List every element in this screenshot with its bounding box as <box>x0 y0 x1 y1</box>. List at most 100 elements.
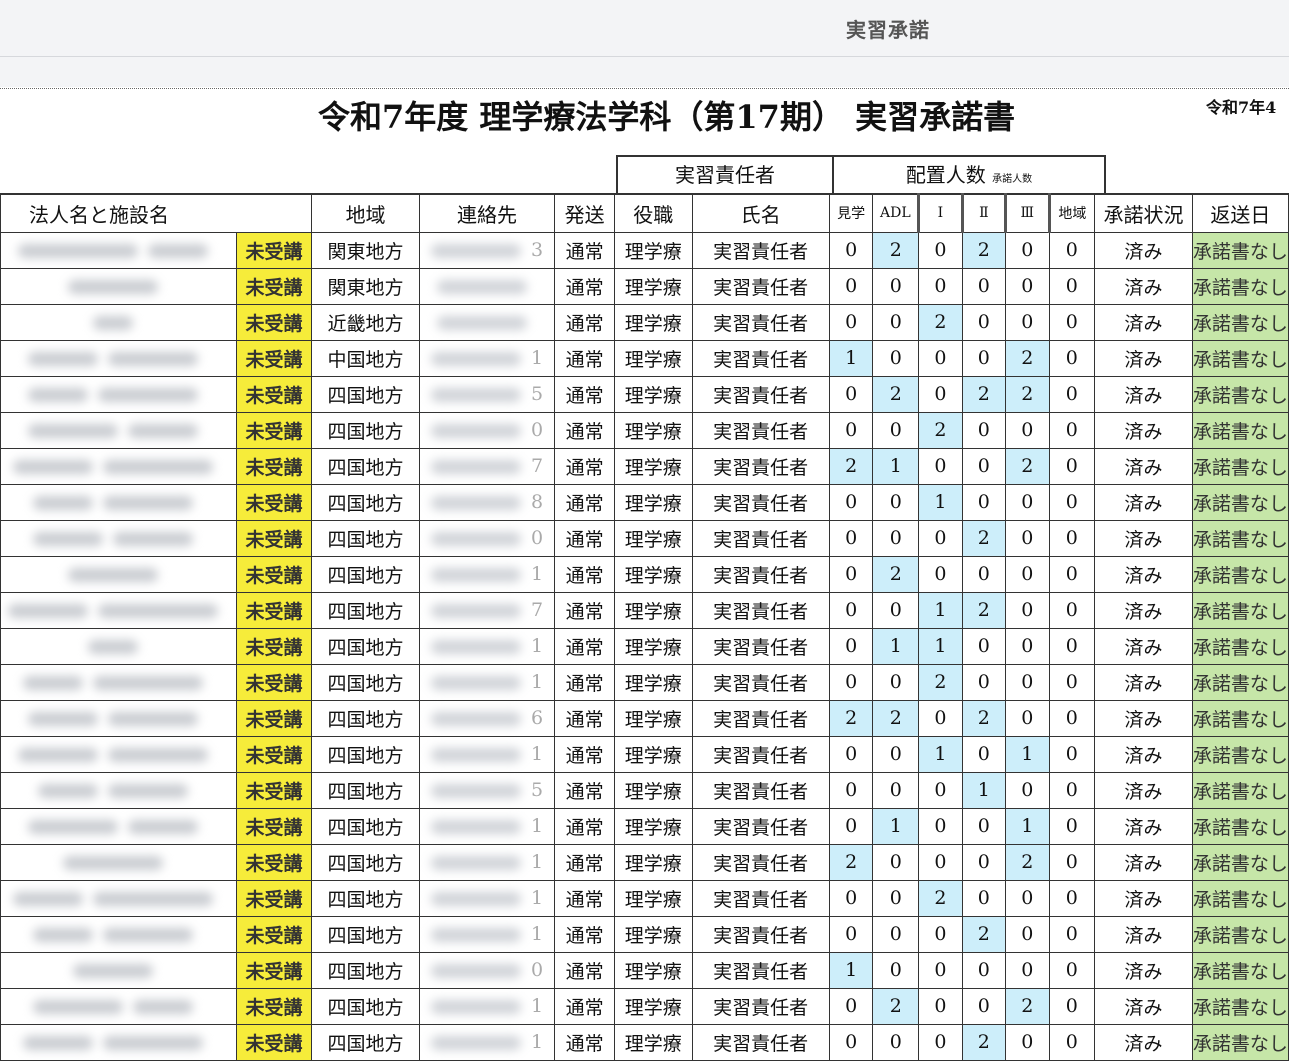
send-cell: 通常 <box>554 375 615 413</box>
acceptance-status-cell: 済み <box>1094 411 1193 449</box>
acceptance-status-cell: 済み <box>1094 699 1193 737</box>
adl-cell: 0 <box>872 483 920 521</box>
col-returned: 返送日 <box>1191 193 1289 233</box>
table-row[interactable]: 未受講 四国地方 0 通常 理学療 実習責任者 0 0 2 0 0 0 済み 承諾書なし <box>0 411 1289 449</box>
returned-date-cell: 承諾書なし <box>1191 267 1289 305</box>
returned-date-cell: 承諾書なし <box>1191 1023 1289 1061</box>
table-row[interactable]: 未受講 四国地方 1 通常 理学療 実習責任者 0 1 0 0 1 0 済み 承諾書なし <box>0 807 1289 845</box>
table-row[interactable]: 未受講 四国地方 8 通常 理学療 実習責任者 0 0 1 0 0 0 済み 承諾書なし <box>0 483 1289 521</box>
region-cell: 四国地方 <box>311 771 420 809</box>
phone-tail: 6 <box>531 707 544 729</box>
send-cell: 通常 <box>554 987 615 1025</box>
adl-cell: 0 <box>872 591 920 629</box>
send-cell: 通常 <box>554 519 615 557</box>
table-row[interactable]: 未受講 四国地方 7 通常 理学療 実習責任者 2 1 0 0 2 0 済み 承諾書なし <box>0 447 1289 485</box>
chiiki-cell: 0 <box>1048 339 1096 377</box>
region-cell: 四国地方 <box>311 735 420 773</box>
contact-cell: 8 <box>418 483 556 521</box>
role-cell: 理学療 <box>613 987 693 1025</box>
contact-cell: 1 <box>418 915 556 953</box>
stage2-cell: 0 <box>961 987 1007 1025</box>
table-row[interactable]: 未受講 四国地方 1 通常 理学療 実習責任者 0 0 0 2 0 0 済み 承諾書なし <box>0 915 1289 953</box>
role-cell: 理学療 <box>613 951 693 989</box>
role-cell: 理学療 <box>613 915 693 953</box>
table-row[interactable]: 未受講 四国地方 1 通常 理学療 実習責任者 0 0 1 0 1 0 済み 承諾書なし <box>0 735 1289 773</box>
training-status-badge: 未受講 <box>235 591 313 629</box>
redacted-text <box>431 568 521 582</box>
stage1-cell: 0 <box>918 987 963 1025</box>
stage2-cell: 0 <box>961 663 1007 701</box>
table-row[interactable]: 未受講 関東地方 3 通常 理学療 実習責任者 0 2 0 2 0 0 済み 承諾書なし <box>0 231 1289 269</box>
training-status-badge: 未受講 <box>235 339 313 377</box>
send-cell: 通常 <box>554 843 615 881</box>
contact-cell: 7 <box>418 591 556 629</box>
table-row[interactable]: 未受講 四国地方 6 通常 理学療 実習責任者 2 2 0 2 0 0 済み 承諾書なし <box>0 699 1289 737</box>
group-header-placement: 配置人数 承諾人数 <box>832 155 1106 195</box>
table-row[interactable]: 未受講 四国地方 1 通常 理学療 実習責任者 0 2 0 0 2 0 済み 承諾書なし <box>0 987 1289 1025</box>
returned-date-cell: 承諾書なし <box>1191 555 1289 593</box>
stage2-cell: 2 <box>961 231 1007 269</box>
redacted-text <box>88 640 139 654</box>
stage2-cell: 0 <box>961 951 1007 989</box>
table-row[interactable]: 未受講 中国地方 1 通常 理学療 実習責任者 1 0 0 0 2 0 済み 承諾書なし <box>0 339 1289 377</box>
kengaku-cell: 0 <box>828 987 874 1025</box>
table-row[interactable]: 未受講 四国地方 1 通常 理学療 実習責任者 0 0 2 0 0 0 済み 承諾書なし <box>0 879 1289 917</box>
adl-cell: 0 <box>872 267 920 305</box>
stage1-cell: 0 <box>918 699 963 737</box>
table-row[interactable]: 未受講 近畿地方 通常 理学療 実習責任者 0 0 2 0 0 0 済み 承諾書なし <box>0 303 1289 341</box>
phone-tail: 0 <box>531 419 544 441</box>
col-region: 地域 <box>311 193 420 233</box>
table-row[interactable]: 未受講 四国地方 1 通常 理学療 実習責任者 0 0 2 0 0 0 済み 承諾書なし <box>0 663 1289 701</box>
training-status-badge: 未受講 <box>235 807 313 845</box>
kengaku-cell: 1 <box>828 339 874 377</box>
kengaku-cell: 0 <box>828 627 874 665</box>
stage2-cell: 0 <box>961 555 1007 593</box>
redacted-text <box>18 244 139 258</box>
stage3-cell: 0 <box>1005 663 1050 701</box>
person-cell: 実習責任者 <box>691 1023 830 1061</box>
table-row[interactable]: 未受講 四国地方 7 通常 理学療 実習責任者 0 0 1 2 0 0 済み 承諾書なし <box>0 591 1289 629</box>
facility-name-redacted <box>0 699 237 737</box>
stage1-cell: 0 <box>918 807 963 845</box>
phone-tail: 5 <box>531 383 544 405</box>
placement-sublabel: 承諾人数 <box>992 174 1033 185</box>
facility-name-redacted <box>0 267 237 305</box>
training-status-badge: 未受講 <box>235 411 313 449</box>
table-row[interactable]: 未受講 四国地方 5 通常 理学療 実習責任者 0 0 0 1 0 0 済み 承諾書なし <box>0 771 1289 809</box>
table-row[interactable]: 未受講 四国地方 1 通常 理学療 実習責任者 0 2 0 0 0 0 済み 承諾書なし <box>0 555 1289 593</box>
training-status-badge: 未受講 <box>235 663 313 701</box>
redacted-text <box>93 316 134 330</box>
table-row[interactable]: 未受講 四国地方 1 通常 理学療 実習責任者 2 0 0 0 2 0 済み 承諾書なし <box>0 843 1289 881</box>
adl-cell: 0 <box>872 771 920 809</box>
training-status-badge: 未受講 <box>235 231 313 269</box>
person-cell: 実習責任者 <box>691 663 830 701</box>
stage3-cell: 0 <box>1005 555 1050 593</box>
acceptance-status-cell: 済み <box>1094 555 1193 593</box>
send-cell: 通常 <box>554 879 615 917</box>
send-cell: 通常 <box>554 411 615 449</box>
table-row[interactable]: 未受講 四国地方 1 通常 理学療 実習責任者 0 1 1 0 0 0 済み 承諾書なし <box>0 627 1289 665</box>
contact-cell: 1 <box>418 555 556 593</box>
acceptance-status-cell: 済み <box>1094 807 1193 845</box>
table-row[interactable]: 未受講 四国地方 5 通常 理学療 実習責任者 0 2 0 2 2 0 済み 承諾書なし <box>0 375 1289 413</box>
role-cell: 理学療 <box>613 483 693 521</box>
table-row[interactable]: 未受講 関東地方 通常 理学療 実習責任者 0 0 0 0 0 0 済み 承諾書なし <box>0 267 1289 305</box>
acceptance-status-cell: 済み <box>1094 483 1193 521</box>
contact-cell: 1 <box>418 735 556 773</box>
chiiki-cell: 0 <box>1048 1023 1096 1061</box>
phone-tail: 1 <box>531 887 544 909</box>
person-cell: 実習責任者 <box>691 375 830 413</box>
table-row[interactable]: 未受講 四国地方 0 通常 理学療 実習責任者 0 0 0 2 0 0 済み 承諾書なし <box>0 519 1289 557</box>
stage2-cell: 1 <box>961 771 1007 809</box>
stage2-cell: 2 <box>961 915 1007 953</box>
stage3-cell: 0 <box>1005 519 1050 557</box>
send-cell: 通常 <box>554 267 615 305</box>
phone-tail: 3 <box>531 239 544 261</box>
region-cell: 近畿地方 <box>311 303 420 341</box>
stage2-cell: 2 <box>961 375 1007 413</box>
chiiki-cell: 0 <box>1048 663 1096 701</box>
table-row[interactable]: 未受講 四国地方 1 通常 理学療 実習責任者 0 0 0 2 0 0 済み 承諾書なし <box>0 1023 1289 1061</box>
table-row[interactable]: 未受講 四国地方 0 通常 理学療 実習責任者 1 0 0 0 0 0 済み 承諾書なし <box>0 951 1289 989</box>
stage3-cell: 0 <box>1005 951 1050 989</box>
kengaku-cell: 0 <box>828 375 874 413</box>
